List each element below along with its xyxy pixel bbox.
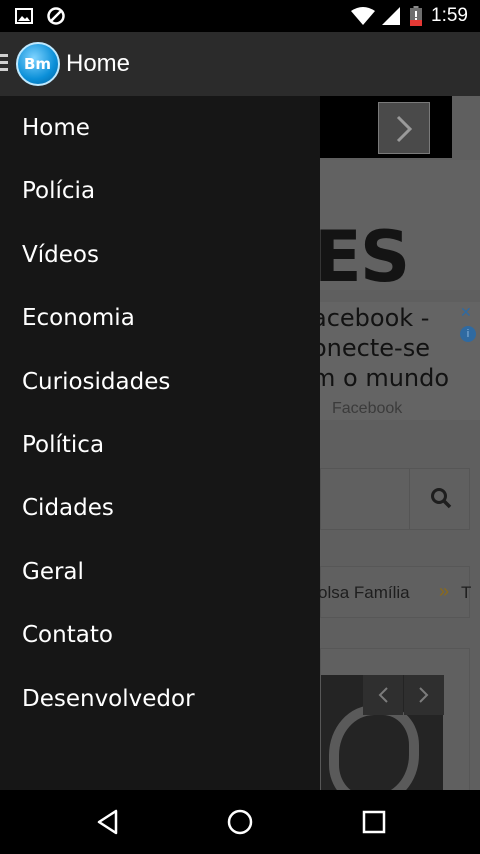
drawer-item-label: Economia — [22, 305, 135, 331]
app-bar: Bm Home — [0, 32, 480, 96]
signal-icon — [382, 7, 400, 25]
news-ticker: olsa Família » T — [320, 566, 472, 618]
drawer-item-policia[interactable]: Polícia — [0, 159, 320, 223]
drawer-item-label: Home — [22, 115, 90, 141]
ticker-next-text: T — [461, 583, 472, 602]
drawer-item-cidades[interactable]: Cidades — [0, 476, 320, 540]
ad-info-icon: i — [460, 326, 476, 342]
drawer-item-label: Vídeos — [22, 242, 99, 268]
search-icon — [431, 488, 452, 509]
slider-prev-button — [363, 675, 403, 715]
drawer-item-label: Geral — [22, 559, 84, 585]
clock: 1:59 — [431, 5, 468, 26]
ad-close-icon: ✕ — [460, 304, 472, 320]
drawer-item-contato[interactable]: Contato — [0, 603, 320, 667]
blocked-icon — [47, 7, 65, 25]
main-content-dimmed: ES acebook - onecte-se m o mundo Faceboo… — [320, 96, 480, 790]
image-slider — [320, 648, 470, 790]
ad-source: Facebook — [332, 400, 403, 417]
chevron-left-icon — [378, 687, 388, 703]
ad-line-1: acebook - — [320, 304, 430, 332]
app-logo[interactable]: Bm — [16, 42, 60, 86]
drawer-item-label: Contato — [22, 622, 113, 648]
wifi-icon — [351, 7, 375, 25]
drawer-item-desenvolvedor[interactable]: Desenvolvedor — [0, 667, 320, 731]
back-icon[interactable] — [92, 806, 124, 838]
drawer-item-label: Polícia — [22, 178, 96, 204]
top-banner — [320, 96, 452, 158]
drawer-item-label: Desenvolvedor — [22, 686, 195, 712]
status-bar: 1:59 — [0, 0, 480, 32]
page-title: Home — [66, 50, 131, 77]
drawer-item-geral[interactable]: Geral — [0, 540, 320, 604]
facebook-ad: acebook - onecte-se m o mundo Facebook — [320, 302, 480, 420]
drawer-item-economia[interactable]: Economia — [0, 286, 320, 350]
recent-apps-icon[interactable] — [358, 806, 390, 838]
drawer-item-label: Cidades — [22, 495, 114, 521]
app-logo-text: Bm — [24, 55, 52, 73]
ticker-separator: » — [439, 581, 450, 601]
ticker-text: olsa Família — [320, 583, 410, 602]
banner-next-button — [378, 102, 430, 154]
drawer-item-label: Curiosidades — [22, 369, 171, 395]
drawer-item-home[interactable]: Home — [0, 96, 320, 160]
ad-line-2: onecte-se — [320, 334, 430, 362]
drawer-item-curiosidades[interactable]: Curiosidades — [0, 350, 320, 414]
system-nav-bar — [0, 790, 480, 854]
menu-icon[interactable] — [0, 54, 8, 74]
slider-next-button — [404, 675, 444, 715]
chevron-right-icon — [396, 115, 413, 143]
battery-icon — [410, 6, 422, 26]
search-box — [320, 468, 470, 530]
search-button — [409, 469, 471, 529]
home-icon[interactable] — [224, 806, 256, 838]
drawer-item-videos[interactable]: Vídeos — [0, 223, 320, 287]
drawer-item-politica[interactable]: Política — [0, 413, 320, 477]
gallery-icon — [15, 8, 33, 24]
chevron-right-icon — [419, 687, 429, 703]
site-logo-fragment: ES — [320, 216, 410, 298]
ad-line-3: m o mundo — [320, 364, 450, 392]
navigation-drawer: Home Polícia Vídeos Economia Curiosidade… — [0, 96, 320, 790]
site-logo-area: ES — [320, 160, 480, 298]
drawer-item-label: Política — [22, 432, 105, 458]
